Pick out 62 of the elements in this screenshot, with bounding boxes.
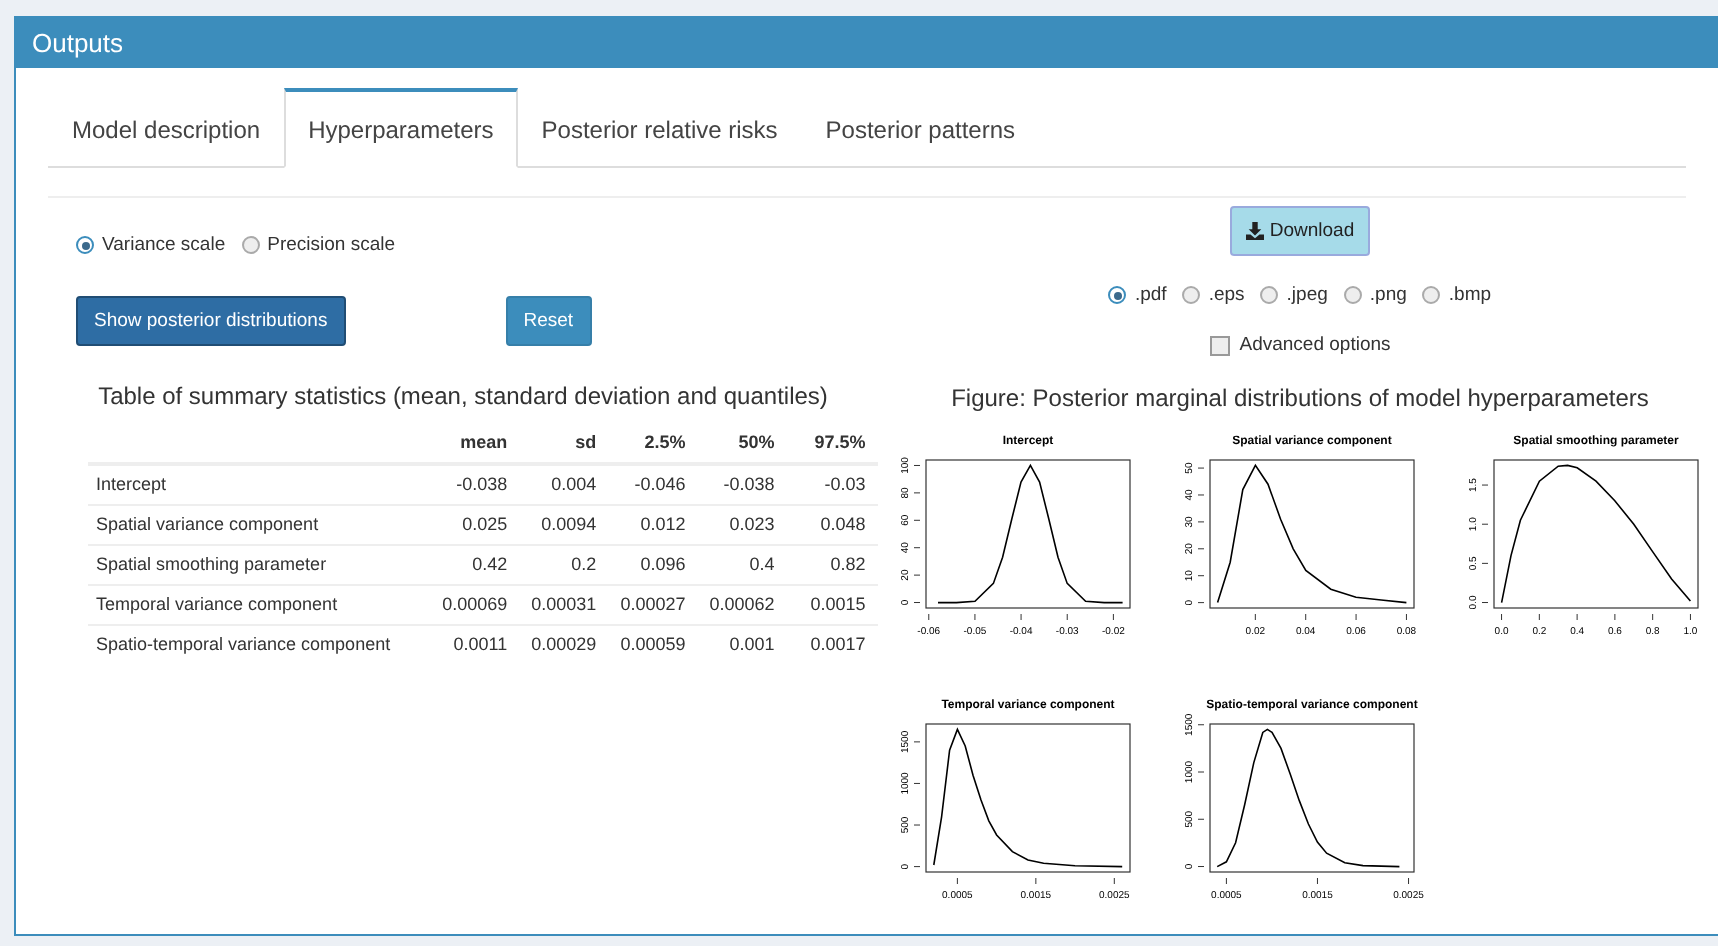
radio-button[interactable] bbox=[241, 236, 260, 254]
table-cell: 0.001 bbox=[697, 625, 787, 664]
tab[interactable]: Hyperparameters bbox=[284, 88, 518, 168]
radio-label[interactable]: .bmp bbox=[1448, 284, 1492, 306]
table-cell: 0.096 bbox=[608, 545, 698, 585]
table-cell: Intercept bbox=[88, 464, 431, 505]
table-cell: 0.0015 bbox=[786, 585, 878, 625]
download-button[interactable]: Download bbox=[1229, 206, 1371, 256]
table-cell: 0.0094 bbox=[519, 505, 609, 545]
table-cell: 0.00029 bbox=[519, 625, 609, 664]
radio-button[interactable] bbox=[1260, 286, 1279, 304]
column-header: sd bbox=[519, 426, 609, 464]
table-cell: 0.004 bbox=[519, 464, 609, 505]
table-cell: Spatio-temporal variance component bbox=[88, 625, 431, 664]
table-cell: -0.038 bbox=[697, 464, 787, 505]
column-header: 97.5% bbox=[786, 426, 878, 464]
table-cell: 0.0017 bbox=[786, 625, 878, 664]
show-distributions-button[interactable]: Show posterior distributions bbox=[76, 296, 346, 346]
table-cell: 0.82 bbox=[786, 545, 878, 585]
radio-button[interactable] bbox=[76, 236, 94, 254]
table-cell: 0.42 bbox=[430, 545, 520, 585]
panel-title: Outputs bbox=[16, 18, 1718, 68]
table-cell: Spatial smoothing parameter bbox=[88, 545, 431, 585]
radio-label[interactable]: Precision scale bbox=[267, 234, 395, 256]
radio-label[interactable]: .jpeg bbox=[1286, 284, 1328, 306]
tab[interactable]: Model description bbox=[48, 88, 285, 168]
column-header: 2.5% bbox=[608, 426, 698, 464]
table-cell: Spatial variance component bbox=[88, 505, 431, 545]
checkbox[interactable] bbox=[1209, 335, 1230, 355]
tab[interactable]: Posterior relative risks bbox=[517, 88, 802, 168]
table-cell: 0.00062 bbox=[697, 585, 787, 625]
radio-button[interactable] bbox=[1108, 286, 1127, 304]
table-cell: 0.025 bbox=[430, 505, 520, 545]
radio-button[interactable] bbox=[1182, 286, 1201, 304]
download-icon bbox=[1245, 222, 1264, 240]
radio-button[interactable] bbox=[1343, 286, 1362, 304]
table-cell: 0.00059 bbox=[608, 625, 698, 664]
table-title: Table of summary statistics (mean, standard deviation and quantiles) bbox=[96, 382, 830, 410]
radio-label[interactable]: .eps bbox=[1208, 284, 1245, 306]
figure-title: Figure: Posterior marginal distributions of model hyperparameters bbox=[951, 384, 1649, 412]
tab[interactable]: Posterior patterns bbox=[801, 88, 1040, 168]
table-cell: 0.048 bbox=[786, 505, 878, 545]
table-cell: 0.4 bbox=[697, 545, 787, 585]
table-cell: 0.0011 bbox=[430, 625, 520, 664]
table-cell: -0.03 bbox=[786, 464, 878, 505]
table-cell: 0.023 bbox=[697, 505, 787, 545]
table-cell: -0.038 bbox=[430, 464, 520, 505]
column-header: 50% bbox=[697, 426, 787, 464]
table-cell: 0.2 bbox=[519, 545, 609, 585]
radio-button[interactable] bbox=[1422, 286, 1441, 304]
table-cell: 0.00031 bbox=[519, 585, 609, 625]
radio-label[interactable]: .pdf bbox=[1134, 284, 1167, 306]
radio-label[interactable]: Variance scale bbox=[102, 234, 226, 256]
table-cell: -0.046 bbox=[608, 464, 698, 505]
table-cell: 0.00069 bbox=[430, 585, 520, 625]
column-header: mean bbox=[430, 426, 520, 464]
table-cell: 0.00027 bbox=[608, 585, 698, 625]
checkbox-label[interactable]: Advanced options bbox=[1239, 334, 1391, 356]
table-cell: 0.012 bbox=[608, 505, 698, 545]
reset-button[interactable]: Reset bbox=[505, 296, 592, 346]
table-cell: Temporal variance component bbox=[88, 585, 431, 625]
radio-label[interactable]: .png bbox=[1369, 284, 1407, 306]
